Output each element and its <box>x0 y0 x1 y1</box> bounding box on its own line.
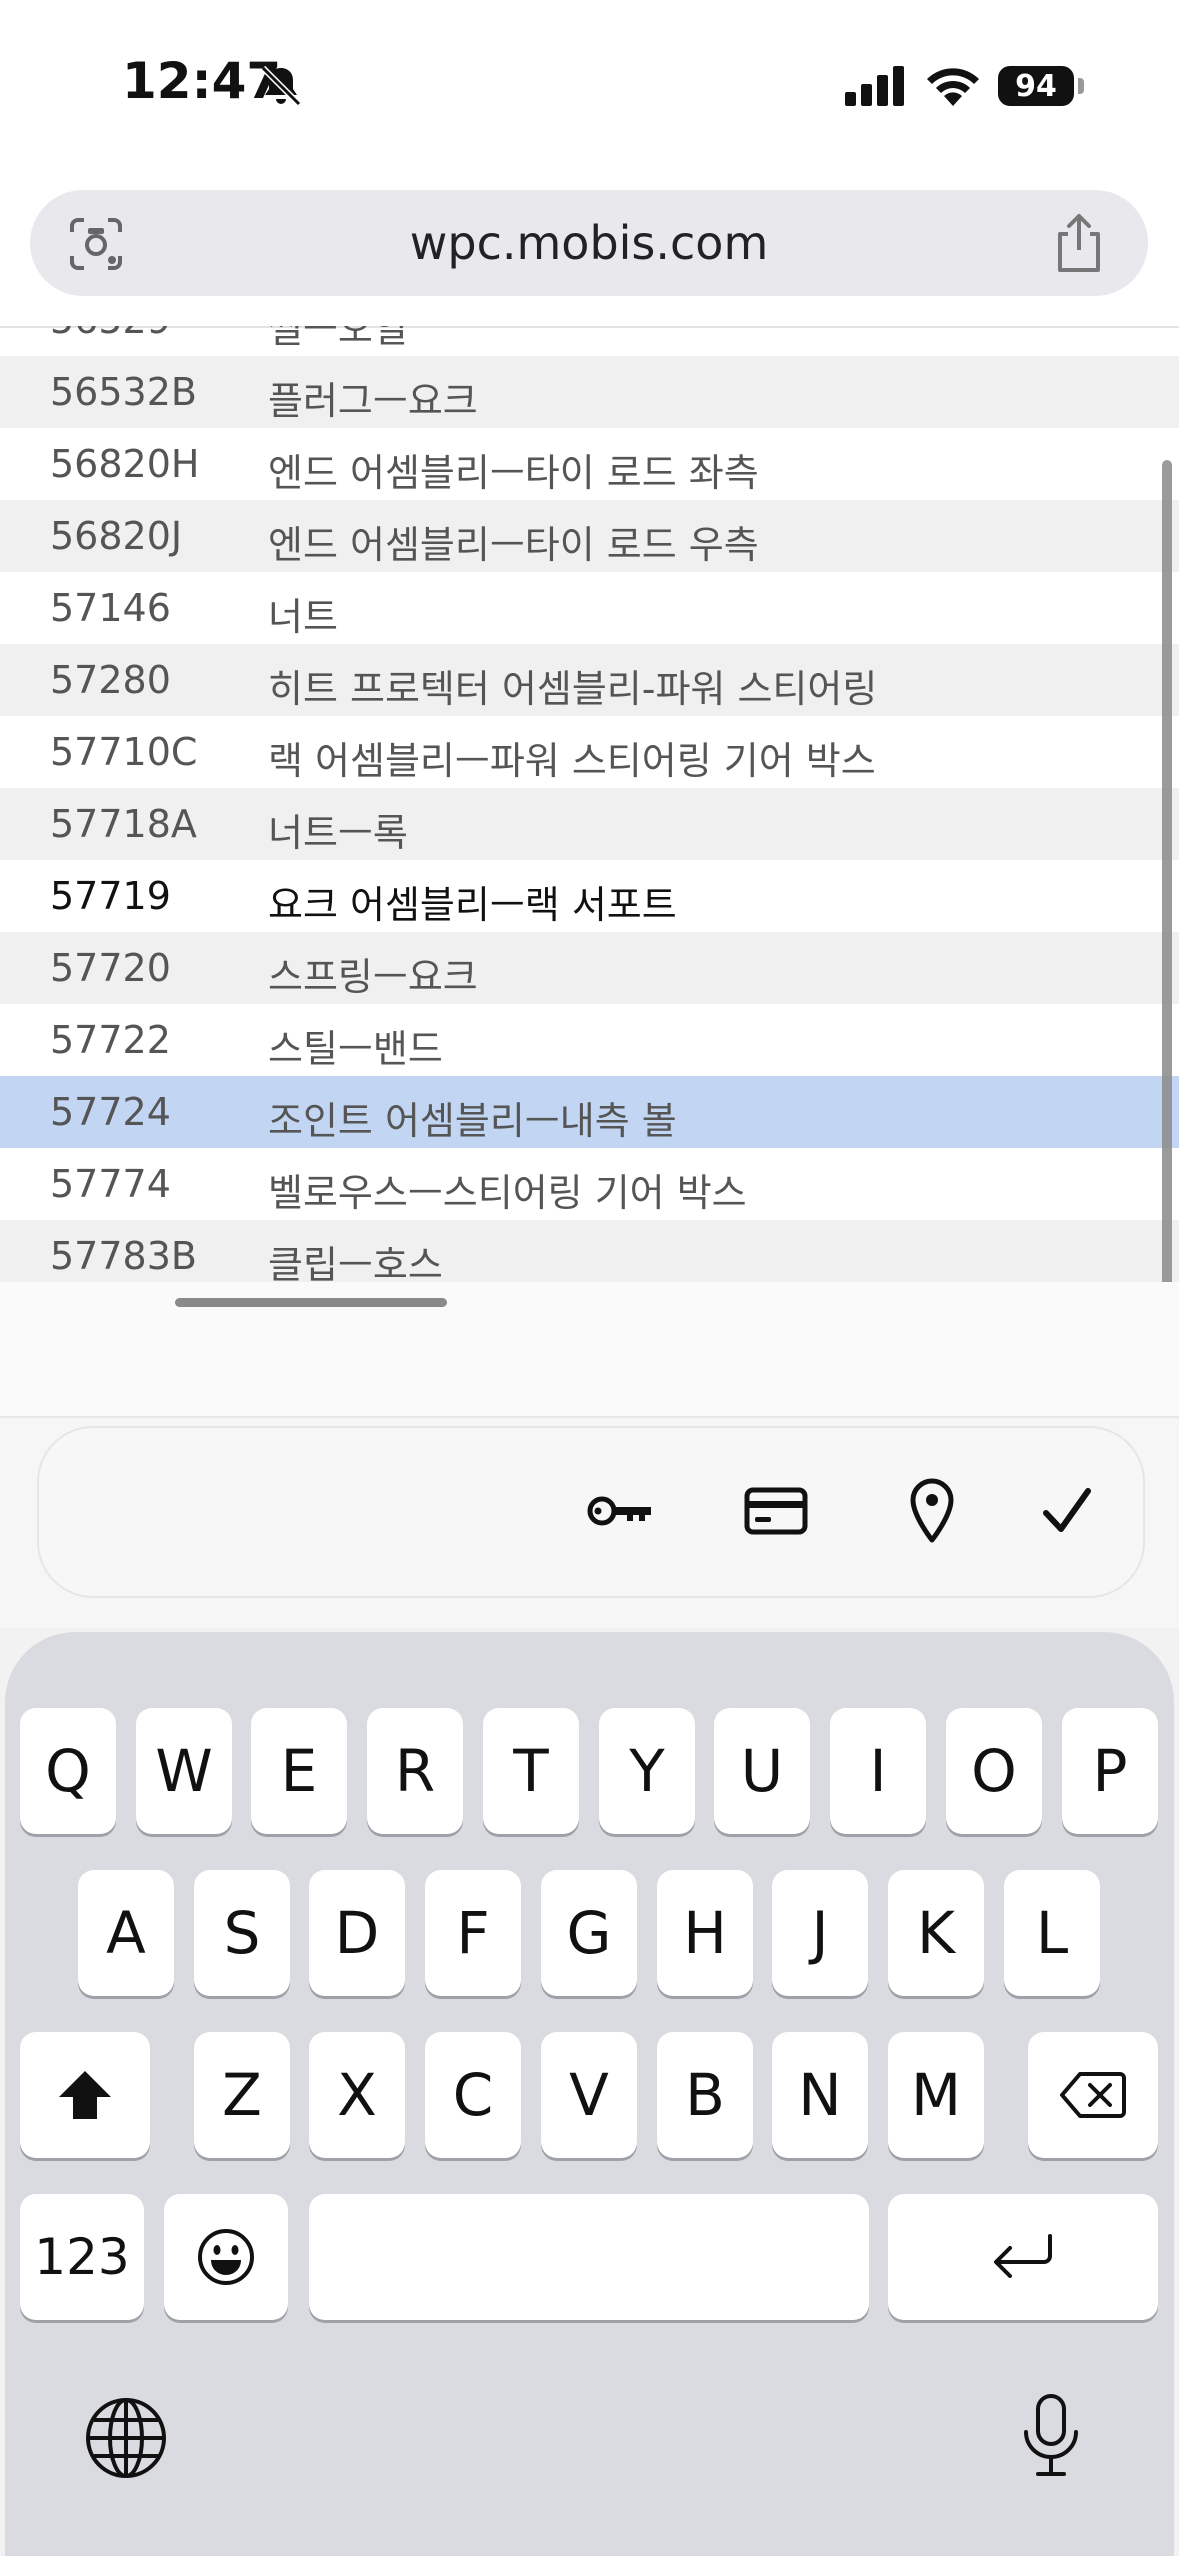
key-icon[interactable] <box>585 1476 655 1546</box>
table-row[interactable]: 56820J 엔드 어셈블리ㅡ타이 로드 우측 <box>0 500 1179 572</box>
key-z[interactable]: Z <box>194 2032 290 2158</box>
emoji-key[interactable] <box>164 2194 288 2320</box>
key-a[interactable]: A <box>78 1870 174 1996</box>
part-code: 57720 <box>50 946 171 990</box>
globe-icon[interactable] <box>84 2396 168 2480</box>
part-name: 랙 어셈블리ㅡ파워 스티어링 기어 박스 <box>268 739 876 783</box>
part-name: 엔드 어셈블리ㅡ타이 로드 좌측 <box>268 451 759 495</box>
url-text[interactable]: wpc.mobis.com <box>30 216 1148 270</box>
part-code: 56532B <box>50 370 197 414</box>
location-pin-icon[interactable] <box>897 1476 967 1546</box>
part-name: 씰ㅡ오일 <box>268 326 408 351</box>
vertical-scrollbar[interactable] <box>1162 460 1172 1300</box>
part-code: 57724 <box>50 1090 171 1134</box>
table-row[interactable]: 57722 스틸ㅡ밴드 <box>0 1004 1179 1076</box>
part-code: 56820H <box>50 442 200 486</box>
return-icon <box>994 2234 1052 2278</box>
key-s[interactable]: S <box>194 1870 290 1996</box>
horizontal-scrollbar[interactable] <box>175 1298 447 1307</box>
table-row[interactable]: 56532B 플러그ㅡ요크 <box>0 356 1179 428</box>
part-code: 56820J <box>50 514 183 558</box>
key-q[interactable]: Q <box>20 1708 116 1834</box>
part-name: 조인트 어셈블리ㅡ내측 볼 <box>268 1099 677 1143</box>
return-key[interactable] <box>888 2194 1158 2320</box>
wifi-icon <box>927 68 979 106</box>
key-p[interactable]: P <box>1062 1708 1158 1834</box>
part-code: 56529 <box>50 326 171 342</box>
part-name: 히트 프로텍터 어셈블리-파워 스티어링 <box>268 667 878 711</box>
key-w[interactable]: W <box>136 1708 232 1834</box>
part-name: 벨로우스ㅡ스티어링 기어 박스 <box>268 1171 747 1215</box>
battery-level: 94 <box>1015 68 1057 104</box>
table-row-selected[interactable]: 57724 조인트 어셈블리ㅡ내측 볼 <box>0 1076 1179 1148</box>
key-m[interactable]: M <box>888 2032 984 2158</box>
part-name: 플러그ㅡ요크 <box>268 379 478 423</box>
table-row[interactable]: 56529 씰ㅡ오일 <box>0 326 1179 356</box>
key-u[interactable]: U <box>714 1708 810 1834</box>
bell-slash-icon <box>260 65 302 107</box>
table-row[interactable]: 56820H 엔드 어셈블리ㅡ타이 로드 좌측 <box>0 428 1179 500</box>
key-e[interactable]: E <box>251 1708 347 1834</box>
key-d[interactable]: D <box>309 1870 405 1996</box>
table-row[interactable]: 57280 히트 프로텍터 어셈블리-파워 스티어링 <box>0 644 1179 716</box>
emoji-icon <box>198 2229 254 2285</box>
key-y[interactable]: Y <box>599 1708 695 1834</box>
key-f[interactable]: F <box>425 1870 521 1996</box>
key-o[interactable]: O <box>946 1708 1042 1834</box>
status-bar: 12:47 94 <box>0 0 1179 175</box>
key-c[interactable]: C <box>425 2032 521 2158</box>
part-code: 57774 <box>50 1162 171 1206</box>
part-code: 57722 <box>50 1018 171 1062</box>
part-code: 57719 <box>50 874 171 918</box>
key-g[interactable]: G <box>541 1870 637 1996</box>
battery-nub <box>1078 78 1084 94</box>
part-code: 57710C <box>50 730 198 774</box>
key-v[interactable]: V <box>541 2032 637 2158</box>
key-x[interactable]: X <box>309 2032 405 2158</box>
shift-icon <box>59 2071 111 2119</box>
part-code: 57146 <box>50 586 171 630</box>
key-b[interactable]: B <box>657 2032 753 2158</box>
address-bar[interactable]: wpc.mobis.com <box>30 190 1148 296</box>
key-k[interactable]: K <box>888 1870 984 1996</box>
part-name: 스틸ㅡ밴드 <box>268 1027 443 1071</box>
key-t[interactable]: T <box>483 1708 579 1834</box>
part-name: 스프링ㅡ요크 <box>268 955 478 999</box>
part-code: 57280 <box>50 658 171 702</box>
numbers-key[interactable]: 123 <box>20 2194 144 2320</box>
table-row[interactable]: 57774 벨로우스ㅡ스티어링 기어 박스 <box>0 1148 1179 1220</box>
key-i[interactable]: I <box>830 1708 926 1834</box>
part-name: 클립ㅡ호스 <box>268 1243 443 1282</box>
table-row[interactable]: 57720 스프링ㅡ요크 <box>0 932 1179 1004</box>
part-code: 57718A <box>50 802 197 846</box>
part-name: 너트ㅡ록 <box>268 811 408 855</box>
key-r[interactable]: R <box>367 1708 463 1834</box>
space-bar[interactable] <box>309 2194 869 2320</box>
part-name: 너트 <box>268 595 338 639</box>
table-row[interactable]: 57783B 클립ㅡ호스 <box>0 1220 1179 1282</box>
key-n[interactable]: N <box>772 2032 868 2158</box>
table-row[interactable]: 57719 요크 어셈블리ㅡ랙 서포트 <box>0 860 1179 932</box>
shift-key[interactable] <box>20 2032 150 2158</box>
share-icon[interactable] <box>1050 212 1108 274</box>
microphone-icon[interactable] <box>1018 2392 1084 2478</box>
table-row[interactable]: 57710C 랙 어셈블리ㅡ파워 스티어링 기어 박스 <box>0 716 1179 788</box>
backspace-key[interactable] <box>1028 2032 1158 2158</box>
part-name: 요크 어셈블리ㅡ랙 서포트 <box>268 883 677 927</box>
part-name: 엔드 어셈블리ㅡ타이 로드 우측 <box>268 523 759 567</box>
parts-table[interactable]: 56529 씰ㅡ오일 56532B 플러그ㅡ요크 56820H 엔드 어셈블리ㅡ타이 … <box>0 326 1179 1282</box>
part-code: 57783B <box>50 1234 197 1278</box>
signal-icon <box>845 66 904 106</box>
checkmark-icon[interactable] <box>1032 1476 1102 1546</box>
table-row[interactable]: 57146 너트 <box>0 572 1179 644</box>
table-row[interactable]: 57718A 너트ㅡ록 <box>0 788 1179 860</box>
key-h[interactable]: H <box>657 1870 753 1996</box>
battery-icon: 94 <box>998 66 1074 106</box>
key-l[interactable]: L <box>1004 1870 1100 1996</box>
backspace-icon <box>1060 2072 1126 2118</box>
credit-card-icon[interactable] <box>741 1476 811 1546</box>
key-j[interactable]: J <box>772 1870 868 1996</box>
